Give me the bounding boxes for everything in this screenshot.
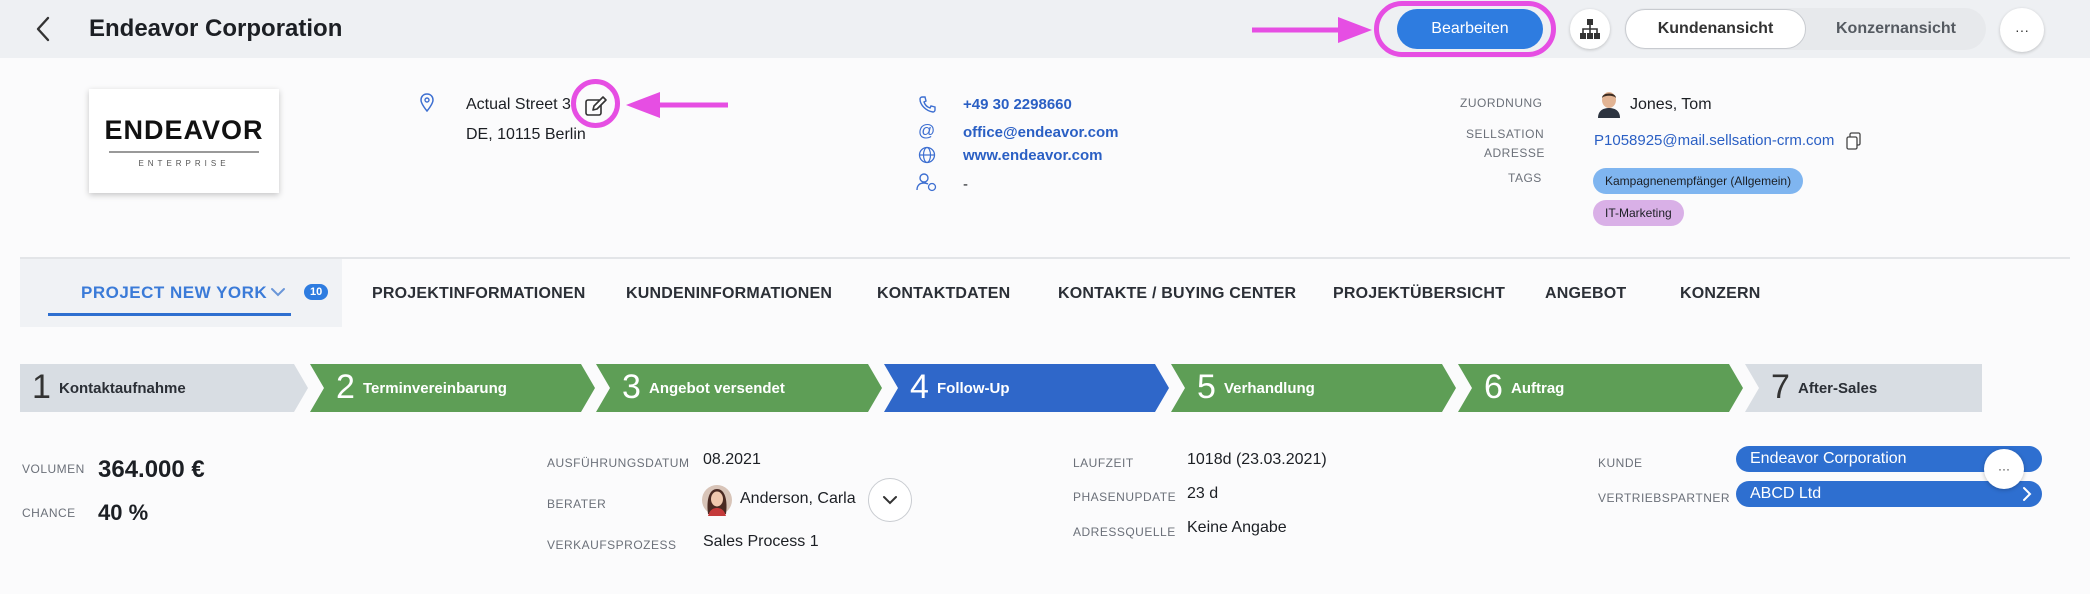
page-title: Endeavor Corporation bbox=[89, 15, 343, 42]
tab-offer[interactable]: ANGEBOT bbox=[1545, 285, 1626, 303]
sellsation-label-line1: SELLSATION bbox=[1466, 127, 1545, 141]
sellsation-address-link[interactable]: P1058925@mail.sellsation-crm.com bbox=[1594, 132, 1834, 149]
phase-number: 7 bbox=[1771, 368, 1790, 406]
logo-text: ENDEAVOR bbox=[104, 115, 264, 145]
annotation-arrow-right-icon bbox=[1252, 15, 1374, 45]
active-tab-indicator bbox=[48, 313, 291, 316]
phone-icon bbox=[918, 95, 936, 113]
phase-update-label: PHASENUPDATE bbox=[1073, 490, 1177, 504]
globe-icon bbox=[918, 146, 936, 164]
tab-contacts-buying-center[interactable]: KONTAKTE / BUYING CENTER bbox=[1058, 285, 1296, 303]
project-name[interactable]: PROJECT NEW YORK bbox=[81, 283, 267, 303]
contact-person-icon bbox=[916, 172, 938, 192]
sales-process-label: VERKAUFSPROZESS bbox=[547, 538, 677, 552]
phase-number: 3 bbox=[622, 368, 641, 406]
phase-label: Kontaktaufnahme bbox=[59, 380, 186, 397]
sales-partner-label: VERTRIEBSPARTNER bbox=[1598, 491, 1731, 505]
chevron-down-icon bbox=[883, 496, 897, 505]
advisor-name: Anderson, Carla bbox=[740, 490, 856, 507]
location-pin-icon bbox=[419, 93, 435, 113]
chance-label: CHANCE bbox=[22, 506, 76, 520]
phase-update-value: 23 d bbox=[1187, 485, 1219, 502]
company-logo: ENDEAVOR ENTERPRISE bbox=[89, 89, 279, 193]
volume-value: 364.000 € bbox=[98, 456, 205, 483]
tab-contact-data[interactable]: KONTAKTDATEN bbox=[877, 285, 1010, 303]
tags-label: TAGS bbox=[1508, 171, 1542, 185]
advisor-dropdown-button[interactable] bbox=[868, 478, 912, 522]
phase-number: 1 bbox=[32, 368, 51, 406]
phase-label: Angebot versendet bbox=[649, 380, 785, 397]
phase-number: 5 bbox=[1197, 368, 1216, 406]
customer-view-button[interactable]: Kundenansicht bbox=[1625, 9, 1806, 49]
assignment-label: ZUORDNUNG bbox=[1460, 96, 1543, 110]
tab-group[interactable]: KONZERN bbox=[1680, 285, 1761, 303]
chevron-right-icon bbox=[2023, 487, 2032, 501]
volume-label: VOLUMEN bbox=[22, 462, 85, 476]
address-city: DE, 10115 Berlin bbox=[466, 126, 586, 143]
address-source-label: ADRESSQUELLE bbox=[1073, 525, 1176, 539]
edit-address-icon[interactable] bbox=[583, 94, 609, 120]
address-source-value: Keine Angabe bbox=[1187, 519, 1287, 536]
address-street: Actual Street 3 bbox=[466, 96, 571, 113]
copy-icon[interactable] bbox=[1846, 132, 1862, 150]
phase-label: Follow-Up bbox=[937, 380, 1010, 397]
more-options-button[interactable]: ··· bbox=[2000, 8, 2044, 52]
org-chart-icon bbox=[1580, 19, 1600, 39]
website-link[interactable]: www.endeavor.com bbox=[963, 147, 1103, 164]
tab-customer-info[interactable]: KUNDENINFORMATIONEN bbox=[626, 285, 832, 303]
runtime-value: 1018d (23.03.2021) bbox=[1187, 451, 1327, 468]
tab-project-info[interactable]: PROJEKTINFORMATIONEN bbox=[372, 285, 585, 303]
phase-number: 2 bbox=[336, 368, 355, 406]
back-arrow-icon[interactable] bbox=[30, 14, 58, 44]
group-view-button[interactable]: Konzernansicht bbox=[1806, 9, 1986, 49]
execution-date-label: AUSFÜHRUNGSDATUM bbox=[547, 456, 690, 470]
at-sign-icon: @ bbox=[918, 121, 936, 140]
chance-value: 40 % bbox=[98, 500, 149, 525]
avatar bbox=[1596, 90, 1622, 118]
sales-process-value: Sales Process 1 bbox=[703, 533, 819, 550]
annotation-arrow-left-icon bbox=[624, 90, 730, 120]
phase-number: 6 bbox=[1484, 368, 1503, 406]
sales-partner-name: ABCD Ltd bbox=[1750, 485, 1822, 502]
edit-button[interactable]: Bearbeiten bbox=[1397, 9, 1543, 49]
execution-date-value: 08.2021 bbox=[703, 451, 761, 468]
sellsation-label-line2: ADRESSE bbox=[1484, 146, 1545, 160]
assignee-name: Jones, Tom bbox=[1630, 96, 1712, 113]
phase-number: 4 bbox=[910, 368, 929, 406]
tab-project-overview[interactable]: PROJEKTÜBERSICHT bbox=[1333, 285, 1505, 303]
contact-person-value: - bbox=[963, 176, 968, 193]
tag-chip[interactable]: Kampagnenempfänger (Allgemein) bbox=[1593, 168, 1804, 194]
phase-label: Auftrag bbox=[1511, 380, 1565, 397]
project-count-badge: 10 bbox=[304, 284, 329, 300]
phone-link[interactable]: +49 30 2298660 bbox=[963, 96, 1072, 113]
tag-chip[interactable]: IT-Marketing bbox=[1593, 200, 1684, 226]
email-link[interactable]: office@endeavor.com bbox=[963, 124, 1119, 141]
phase-label: After-Sales bbox=[1798, 380, 1878, 397]
advisor-label: BERATER bbox=[547, 497, 607, 511]
phase-label: Verhandlung bbox=[1224, 380, 1315, 397]
avatar bbox=[702, 484, 732, 516]
customer-name: Endeavor Corporation bbox=[1750, 450, 1907, 467]
org-chart-button[interactable] bbox=[1570, 9, 1610, 49]
logo-subtext: ENTERPRISE bbox=[138, 159, 230, 168]
more-options-button[interactable]: ··· bbox=[1984, 449, 2024, 489]
phase-label: Terminvereinbarung bbox=[363, 380, 507, 397]
chevron-down-icon[interactable] bbox=[270, 287, 286, 297]
logo-line-icon bbox=[109, 151, 259, 153]
customer-label: KUNDE bbox=[1598, 456, 1643, 470]
runtime-label: LAUFZEIT bbox=[1073, 456, 1134, 470]
